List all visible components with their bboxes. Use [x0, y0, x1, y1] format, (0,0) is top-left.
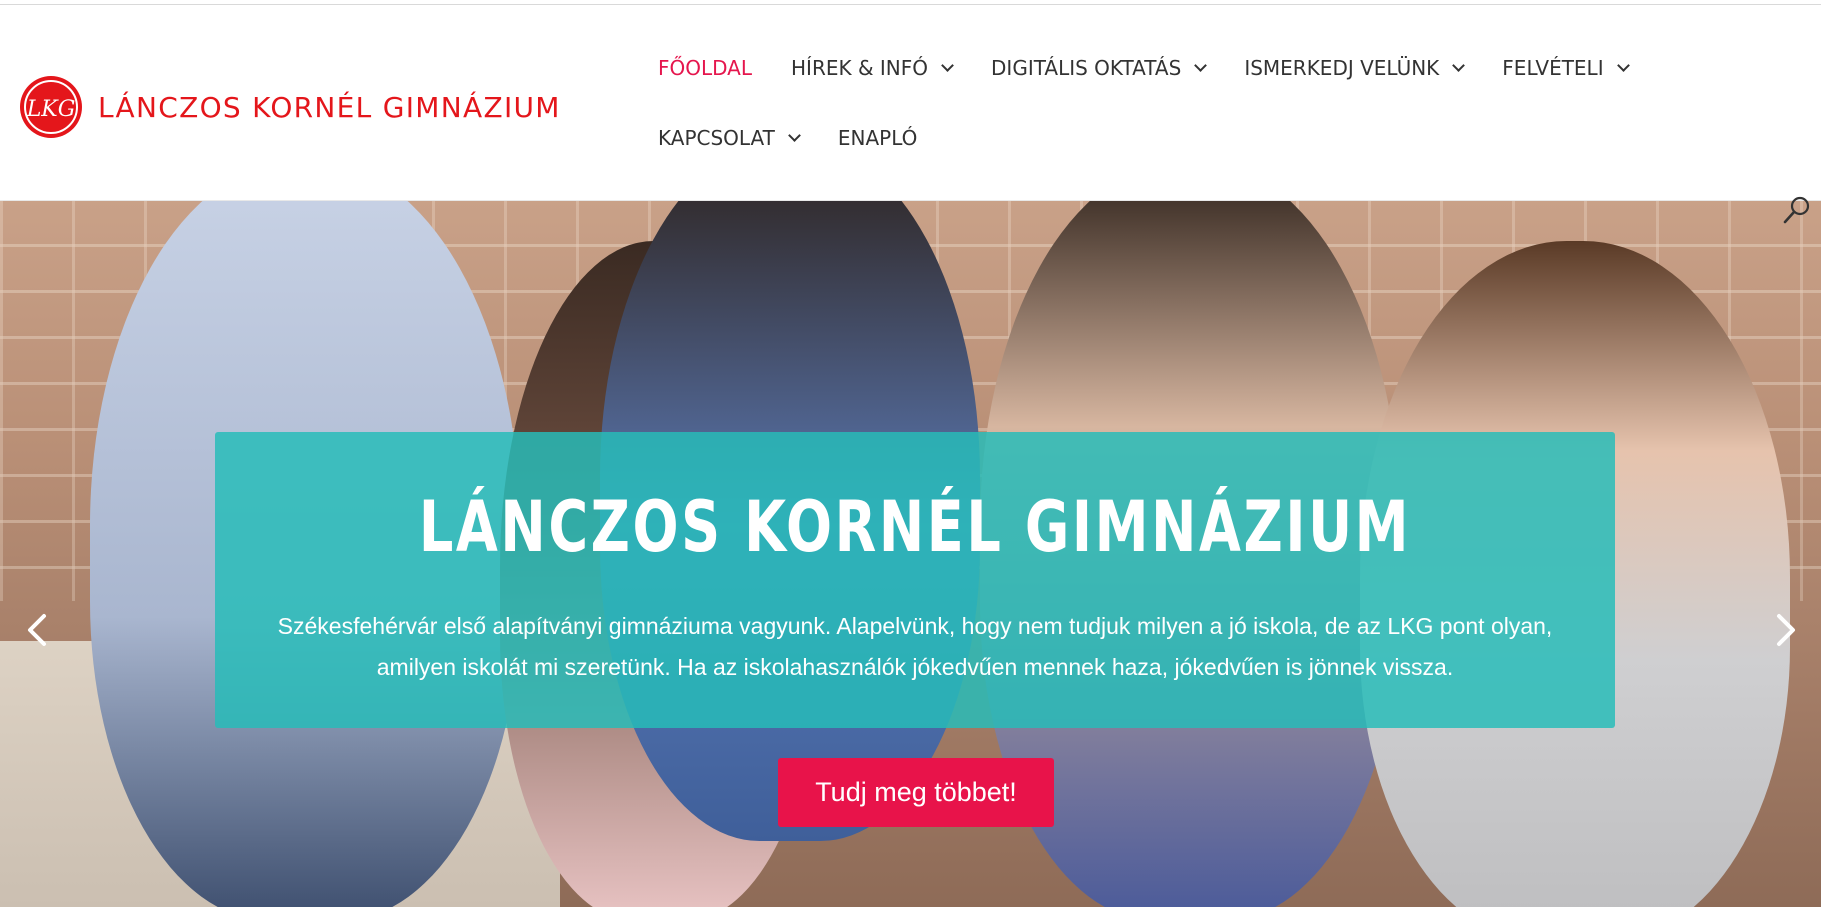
chevron-down-icon	[1452, 58, 1466, 72]
chevron-left-icon	[28, 614, 46, 646]
chevron-down-icon	[1616, 58, 1630, 72]
nav-item-enaplo[interactable]: ENAPLÓ	[838, 126, 918, 150]
nav-item-fooldal[interactable]: FŐOLDAL	[658, 56, 752, 80]
nav-item-ismerkedj-velunk[interactable]: ISMERKEDJ VELÜNK	[1244, 56, 1466, 80]
nav-item-digitalis-oktatas[interactable]: DIGITÁLIS OKTATÁS	[991, 56, 1208, 80]
lkg-logo-icon: LKG	[20, 76, 82, 138]
nav-item-hirek-info[interactable]: HÍREK & INFÓ	[791, 56, 954, 80]
main-nav: FŐOLDAL HÍREK & INFÓ DIGITÁLIS OKTATÁS I…	[658, 33, 1788, 173]
nav-item-label: HÍREK & INFÓ	[791, 56, 929, 80]
site-name: LÁNCZOS KORNÉL GIMNÁZIUM	[98, 90, 561, 124]
nav-item-label: ENAPLÓ	[837, 126, 918, 150]
slider-next-button[interactable]	[1767, 612, 1803, 648]
search-button[interactable]	[1781, 194, 1813, 226]
chevron-down-icon	[941, 58, 954, 72]
nav-row-1: FŐOLDAL HÍREK & INFÓ DIGITÁLIS OKTATÁS I…	[658, 33, 1788, 103]
nav-item-label: KAPCSOLAT	[658, 126, 775, 150]
hero-description: Székesfehérvár első alapítványi gimnáziu…	[277, 613, 1553, 680]
hero-caption: LÁNCZOS KORNÉL GIMNÁZIUM Székesfehérvár …	[215, 432, 1615, 728]
nav-item-label: ISMERKEDJ VELÜNK	[1244, 56, 1440, 80]
learn-more-button[interactable]: Tudj meg többet!	[778, 758, 1054, 827]
nav-item-label: DIGITÁLIS OKTATÁS	[991, 56, 1182, 80]
nav-item-kapcsolat[interactable]: KAPCSOLAT	[658, 126, 801, 150]
site-header: LKG LÁNCZOS KORNÉL GIMNÁZIUM FŐOLDAL HÍR…	[0, 5, 1821, 201]
svg-text:LKG: LKG	[26, 97, 76, 122]
nav-item-label: FŐOLDAL	[658, 56, 753, 80]
chevron-right-icon	[1777, 614, 1795, 646]
chevron-down-icon	[787, 128, 801, 142]
site-logo[interactable]: LKG LÁNCZOS KORNÉL GIMNÁZIUM	[18, 71, 561, 143]
slider-prev-button[interactable]	[20, 612, 56, 648]
search-icon	[1783, 196, 1810, 224]
nav-row-2: KAPCSOLAT ENAPLÓ	[658, 103, 1788, 173]
nav-item-label: FELVÉTELI	[1502, 56, 1604, 80]
hero-title: LÁNCZOS KORNÉL GIMNÁZIUM	[418, 486, 1412, 568]
nav-item-felveteli[interactable]: FELVÉTELI	[1502, 56, 1630, 80]
chevron-down-icon	[1194, 58, 1208, 72]
